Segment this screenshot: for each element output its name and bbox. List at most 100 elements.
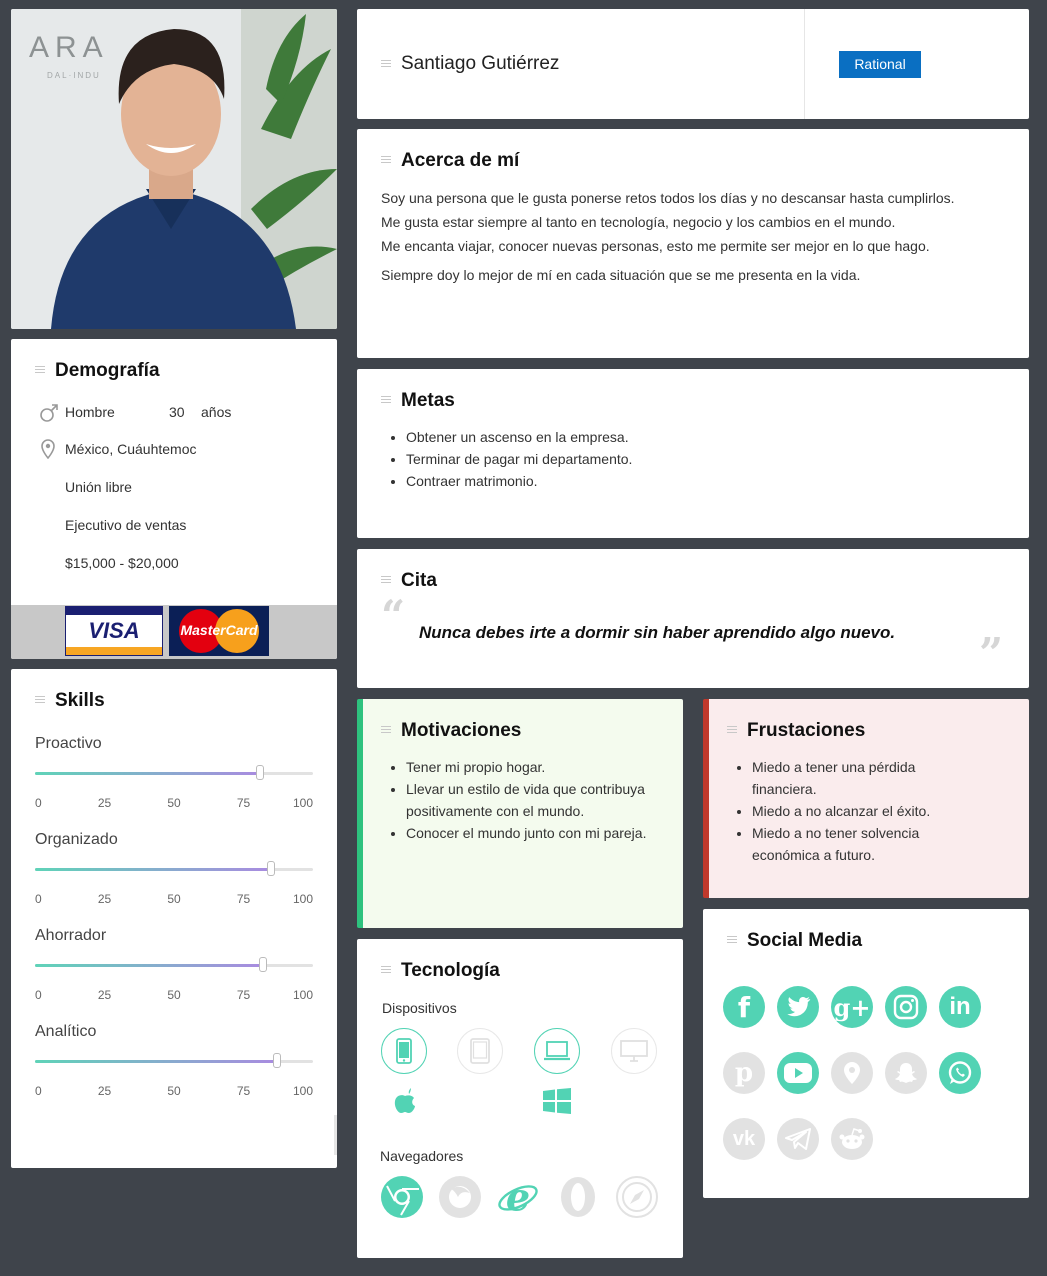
motivations-title: Motivaciones [401,720,522,741]
youtube-icon[interactable] [777,1052,819,1094]
skill-slider[interactable] [35,957,313,972]
frustration-item: Miedo a no tener solvencia económica a f… [752,822,962,866]
instagram-icon[interactable] [885,986,927,1028]
telegram-icon[interactable] [777,1118,819,1160]
drag-handle-icon[interactable] [381,966,391,976]
smartphone-icon[interactable] [381,1028,427,1074]
skill-scale-tick: 75 [236,988,251,1002]
twitter-icon[interactable] [777,986,819,1028]
job-value: Ejecutivo de ventas [65,517,187,533]
about-line: Me encanta viajar, conocer nuevas person… [381,238,930,254]
skill-slider-handle[interactable] [267,861,276,876]
pinterest-icon[interactable]: p [723,1052,765,1094]
technology-card: Tecnología Dispositivos Navegadores e [357,939,683,1258]
skill-scale-tick: 50 [167,988,181,1002]
skill-scale-tick: 50 [167,796,181,810]
about-title: Acerca de mí [401,150,520,171]
skill-slider-handle[interactable] [272,1053,281,1068]
devices-label: Dispositivos [382,1000,457,1016]
goal-item: Terminar de pagar mi departamento. [406,448,632,470]
skill-scale-tick: 0 [35,1084,42,1098]
skill-slider-fill [35,772,261,775]
drag-handle-icon[interactable] [35,366,45,376]
skill-slider-handle[interactable] [256,765,265,780]
social-media-card: Social Media f g+ in p vk [703,909,1029,1198]
chrome-icon[interactable] [381,1176,423,1218]
safari-icon[interactable] [616,1176,658,1218]
skill-slider-handle[interactable] [258,957,267,972]
linkedin-icon[interactable]: in [939,986,981,1028]
motivations-card: Motivaciones Tener mi propio hogar. Llev… [357,699,683,928]
skill-label: Organizado [35,831,118,848]
drag-handle-icon[interactable] [35,696,45,706]
photo-wall-text: ARA [29,31,109,64]
location-pin-icon [41,439,55,459]
skill-slider-fill [35,964,263,967]
frustrations-title: Frustaciones [747,720,866,741]
skill-scale-tick: 0 [35,892,42,906]
skill-scale-tick: 75 [236,1084,251,1098]
reddit-icon[interactable] [831,1118,873,1160]
tablet-icon[interactable] [457,1028,503,1074]
vk-icon[interactable]: vk [723,1118,765,1160]
location-value: México, Cuáuhtemoc [65,441,197,457]
drag-handle-icon[interactable] [381,396,391,406]
foursquare-icon[interactable] [831,1052,873,1094]
photo-wall-subtext: DAL·INDU [47,71,101,80]
drag-handle-icon[interactable] [381,156,391,166]
scrollbar[interactable] [334,1115,337,1155]
goals-title: Metas [401,390,455,411]
whatsapp-icon[interactable] [939,1052,981,1094]
payment-cards-bar: VISA MasterCard [11,605,337,659]
apple-icon[interactable] [394,1088,416,1114]
browsers-label: Navegadores [380,1148,464,1164]
opera-icon[interactable] [557,1176,599,1218]
skill-scale-tick: 25 [97,1084,112,1098]
snapchat-icon[interactable] [885,1052,927,1094]
personality-badge[interactable]: Rational [839,51,921,78]
skill-slider[interactable] [35,1053,313,1068]
motivation-item: Tener mi propio hogar. [406,756,656,778]
skills-title: Skills [55,690,105,711]
internet-explorer-icon[interactable]: e [497,1175,539,1219]
goal-item: Obtener un ascenso en la empresa. [406,426,632,448]
male-icon [40,404,58,422]
close-quote-icon: ” [979,629,1004,678]
income-value: $15,000 - $20,000 [65,555,179,571]
skill-slider[interactable] [35,765,313,780]
about-line: Me gusta estar siempre al tanto en tecno… [381,214,896,230]
drag-handle-icon[interactable] [381,60,391,70]
goal-item: Contraer matrimonio. [406,470,632,492]
skill-scale: 0 25 50 75 100 [35,988,313,1002]
firefox-icon[interactable] [439,1176,481,1218]
drag-handle-icon[interactable] [381,576,391,586]
about-card: Acerca de mí Soy una persona que le gust… [357,129,1029,358]
age-value: 30 [169,404,185,420]
skill-scale-tick: 75 [236,796,251,810]
motivation-item: Conocer el mundo junto con mi pareja. [406,822,656,844]
skill-scale-tick: 50 [167,1084,181,1098]
skill-slider-fill [35,1060,277,1063]
skill-scale: 0 25 50 75 100 [35,796,313,810]
skill-scale: 0 25 50 75 100 [35,892,313,906]
google-plus-icon[interactable]: g+ [831,986,873,1028]
laptop-icon[interactable] [534,1028,580,1074]
drag-handle-icon[interactable] [381,726,391,736]
facebook-icon[interactable]: f [723,986,765,1028]
windows-icon[interactable] [543,1088,571,1114]
svg-text:e: e [506,1175,530,1219]
skill-scale-tick: 25 [97,796,112,810]
gender-value: Hombre [65,404,115,420]
skill-label: Proactivo [35,735,102,752]
marital-status-value: Unión libre [65,479,132,495]
desktop-monitor-icon[interactable] [611,1028,657,1074]
about-line: Soy una persona que le gusta ponerse ret… [381,190,955,206]
profile-photo: ARA DAL·INDU [11,9,337,329]
technology-title: Tecnología [401,960,500,981]
skill-scale-tick: 75 [236,892,251,906]
skill-slider[interactable] [35,861,313,876]
drag-handle-icon[interactable] [727,726,737,736]
skills-card: Skills Proactivo 0 25 50 75 100 Organizado 0 25 5… [11,669,337,1168]
drag-handle-icon[interactable] [727,936,737,946]
skill-scale-tick: 100 [292,892,313,906]
